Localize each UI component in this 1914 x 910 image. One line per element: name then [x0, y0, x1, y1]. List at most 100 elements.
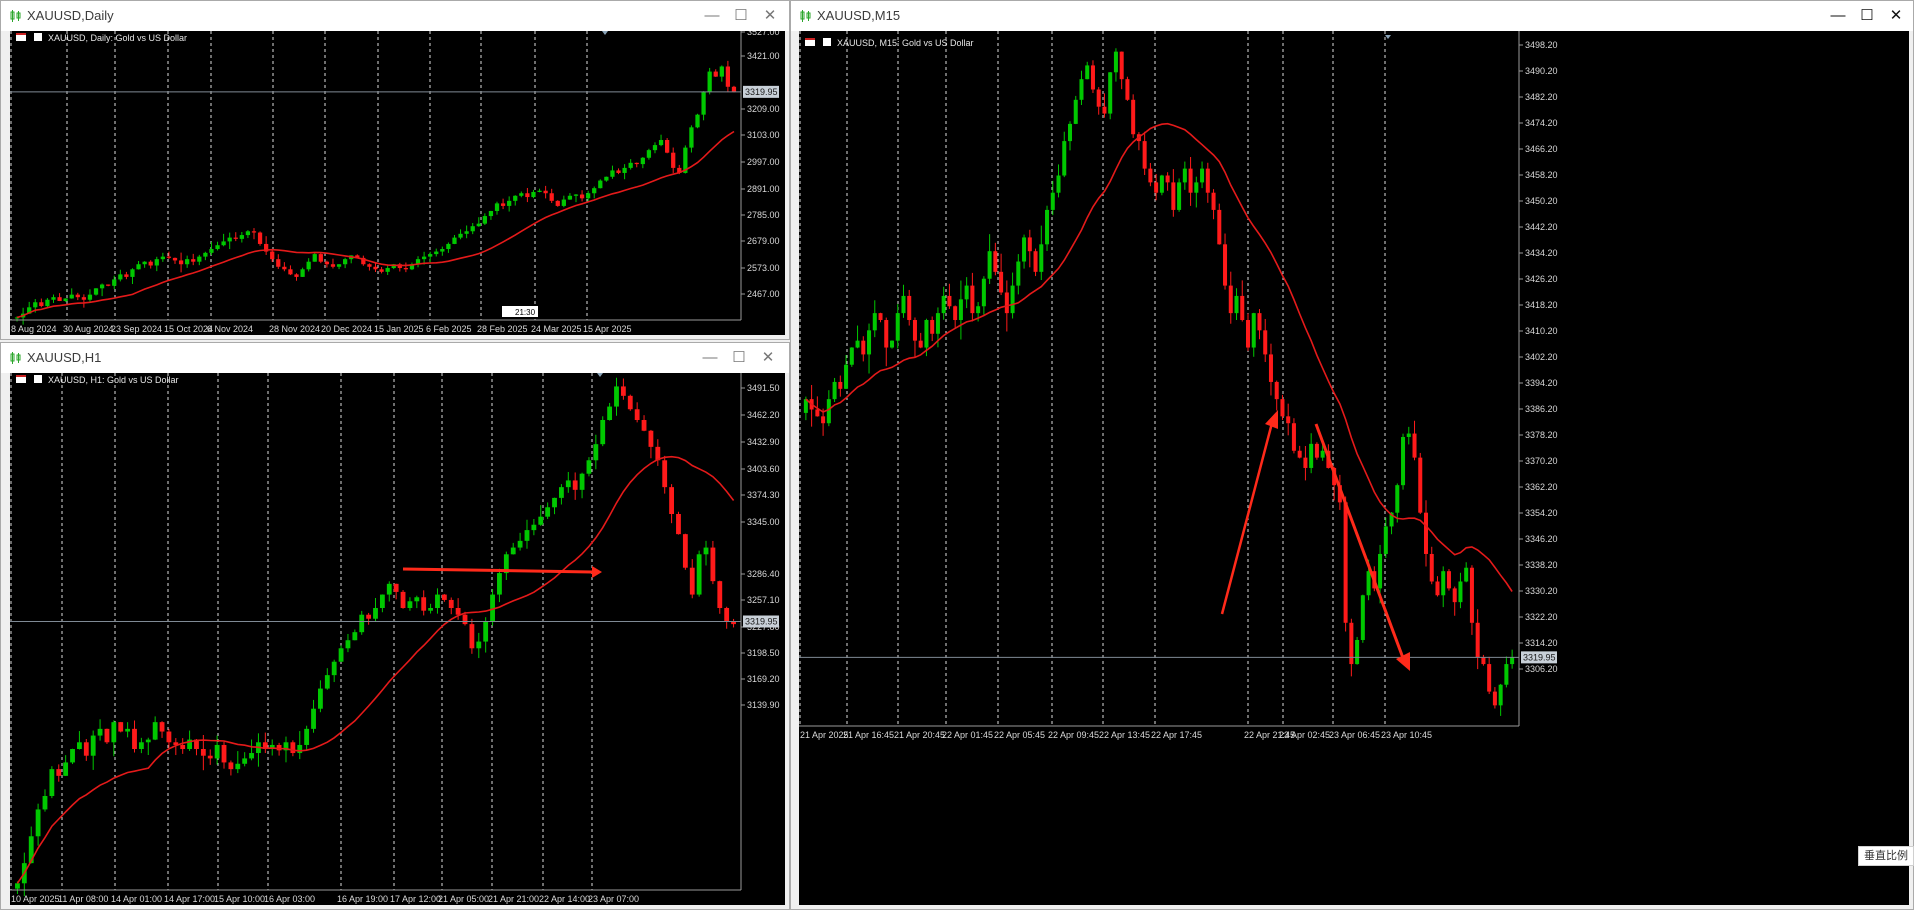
candle-body [282, 266, 287, 270]
candle-body [1228, 285, 1233, 314]
candle-body [112, 279, 117, 286]
m15-chart-window[interactable]: XAUUSD,M15 — ☐ ✕ XAUUSD, M15: Gold vs US… [790, 0, 1914, 910]
candle-body [1022, 237, 1027, 262]
candle-body [1182, 168, 1187, 183]
candle-body [717, 581, 723, 608]
candle [1050, 180, 1055, 216]
candle-body [517, 540, 523, 548]
candle [99, 283, 105, 297]
candle-body [1119, 51, 1124, 80]
candle [1113, 48, 1118, 82]
close-button[interactable]: ✕ [759, 5, 781, 27]
candle-body [497, 573, 502, 595]
h1-window-titlebar[interactable]: XAUUSD,H1 — ☐ ✕ [1, 343, 789, 373]
candle-body [838, 381, 843, 389]
candle-body [297, 744, 303, 754]
minimize-button[interactable]: — [701, 5, 723, 27]
candle-body [676, 514, 681, 535]
candle-body [1510, 657, 1515, 665]
candle [366, 612, 372, 625]
daily-chart-area[interactable]: XAUUSD, Daily: Gold vs US Dollar 3527.00… [10, 31, 785, 335]
candle-body [941, 295, 946, 314]
maximize-button[interactable]: ☐ [1856, 5, 1878, 27]
candle-body [861, 340, 866, 355]
candle-body [1211, 192, 1216, 210]
h1-chart-area[interactable]: XAUUSD, H1: Gold vs US Dollar 3491.50 346… [10, 373, 785, 905]
candle [352, 629, 358, 641]
minimize-button[interactable]: — [1827, 5, 1849, 27]
candle [1182, 161, 1187, 190]
time-tick-label: 22 Apr 13:45 [1099, 730, 1150, 740]
candle [81, 294, 86, 308]
close-button[interactable]: ✕ [1885, 5, 1907, 27]
chart-marker-icon [823, 38, 831, 46]
m15-chart-area[interactable]: XAUUSD, M15: Gold vs US Dollar 3498.20 34… [799, 31, 1909, 905]
candle-body [1257, 313, 1262, 331]
candle [1217, 203, 1222, 245]
drawn-arrow-up[interactable] [1220, 410, 1278, 615]
time-tick-label: 14 Apr 17:00 [164, 894, 215, 904]
price-tick-label: 2785.00 [747, 210, 780, 220]
candle [1360, 594, 1365, 643]
candle [159, 721, 165, 738]
candle [1188, 156, 1193, 206]
candle-body [610, 170, 615, 177]
minimize-button[interactable]: — [699, 347, 721, 369]
candle [598, 179, 603, 189]
candle-body [440, 249, 445, 252]
candle-body [1050, 192, 1055, 210]
candle [118, 269, 123, 282]
candle-body [701, 91, 706, 115]
candle-body [999, 271, 1004, 293]
candle-body [1280, 399, 1285, 417]
h1-chart-window[interactable]: XAUUSD,H1 — ☐ ✕ XAUUSD, H1: Gold vs US D… [0, 342, 790, 910]
candle [264, 236, 269, 255]
vertical-scale-button[interactable]: 垂直比例 [1858, 846, 1914, 866]
close-button[interactable]: ✕ [757, 347, 779, 369]
candle-body [75, 294, 80, 298]
candle-body [1016, 261, 1021, 286]
candle-body [1010, 285, 1015, 314]
candle [1228, 271, 1233, 324]
candle-body [152, 722, 158, 740]
candle-body [719, 66, 724, 77]
candle-body [953, 306, 958, 321]
candle [648, 429, 654, 459]
time-tick-label: 21 Apr 20:45 [894, 730, 945, 740]
maximize-button[interactable]: ☐ [728, 347, 750, 369]
candle [87, 289, 93, 303]
daily-chart-window[interactable]: XAUUSD,Daily — ☐ ✕ XAUUSD, Daily: Gold v… [0, 0, 790, 340]
moving-average-line [16, 130, 735, 319]
candle-body [1475, 622, 1480, 658]
candle [665, 138, 670, 154]
candle [440, 246, 445, 256]
maximize-button[interactable]: ☐ [730, 5, 752, 27]
candle [1096, 87, 1101, 115]
candle-body [1033, 251, 1038, 272]
candle [476, 217, 481, 227]
price-tick-label: 3338.20 [1525, 560, 1558, 570]
candle-body [565, 480, 571, 488]
candle-body [889, 340, 895, 348]
candle-body [104, 728, 110, 743]
candle [1251, 312, 1256, 357]
candle-body [483, 621, 489, 642]
daily-window-titlebar[interactable]: XAUUSD,Daily — ☐ ✕ [1, 1, 789, 31]
candle-body [1154, 182, 1159, 193]
price-tick-label: 3330.20 [1525, 586, 1558, 596]
candle [641, 415, 647, 432]
candle-body [1383, 526, 1388, 554]
candle-body [935, 313, 940, 334]
drawn-arrow-horizontal[interactable] [402, 566, 602, 578]
candle [342, 257, 348, 269]
candle [409, 262, 415, 271]
m15-window-titlebar[interactable]: XAUUSD,M15 — ☐ ✕ [791, 1, 1913, 31]
candle-body [330, 264, 336, 267]
candle-body [912, 320, 917, 341]
candle [400, 590, 406, 609]
candle-body [434, 251, 439, 255]
candle-body [63, 762, 69, 776]
candle [441, 594, 447, 602]
time-tick-label: 28 Feb 2025 [477, 324, 528, 334]
candle [1498, 683, 1503, 716]
